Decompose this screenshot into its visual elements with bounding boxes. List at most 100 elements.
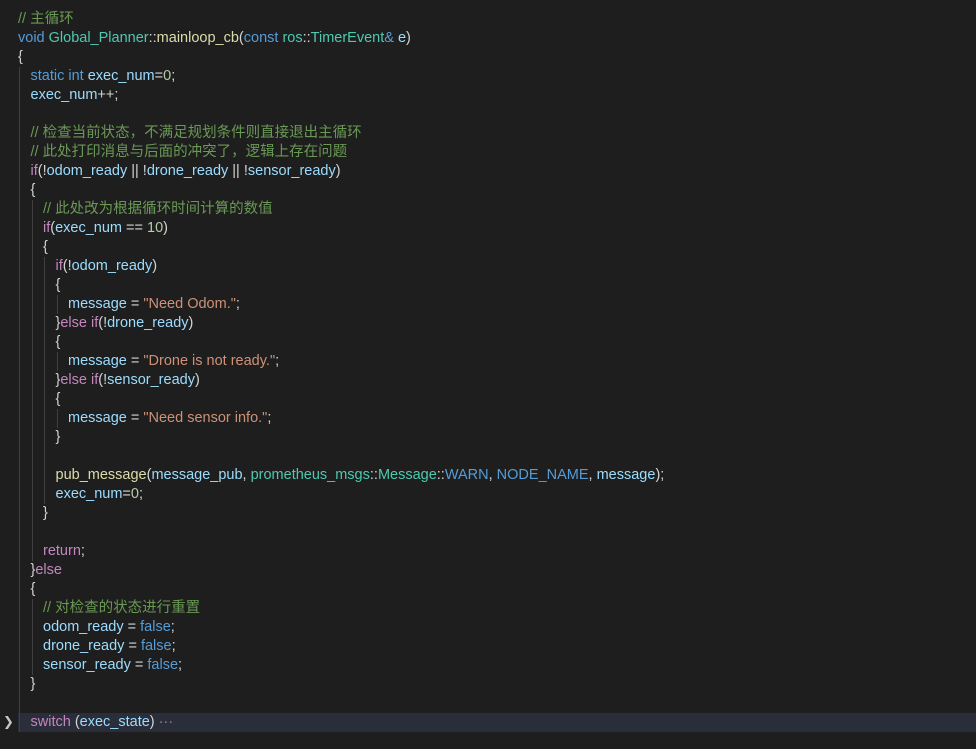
code-token: ) — [335, 163, 341, 179]
code-line[interactable]: { — [18, 333, 976, 352]
code-editor[interactable]: ❯ // 主循环void Global_Planner::mainloop_cb… — [0, 0, 976, 749]
code-token: } — [43, 505, 48, 521]
indent-guide — [19, 276, 20, 295]
code-token: // 此处打印消息与后面的冲突了，逻辑上存在问题 — [30, 144, 348, 160]
indent-guide — [19, 523, 20, 542]
code-line[interactable]: sensor_ready = false; — [18, 656, 976, 675]
code-token: 0 — [163, 68, 172, 84]
code-line[interactable]: static int exec_num=0; — [18, 67, 976, 86]
indent-guide — [44, 466, 45, 485]
code-token: if — [30, 163, 38, 179]
code-line[interactable]: message = "Need sensor info."; — [18, 409, 976, 428]
indent-guide — [19, 295, 20, 314]
code-token: int — [68, 68, 84, 84]
indent-guide — [56, 409, 58, 428]
code-line[interactable]: } — [18, 675, 976, 694]
code-token: exec_num — [55, 486, 123, 502]
code-line-content: { — [18, 391, 61, 407]
code-token: 10 — [147, 220, 164, 236]
code-token: sensor_ready — [107, 372, 195, 388]
code-token: & — [384, 30, 394, 46]
code-token: sensor_ready — [247, 163, 336, 179]
code-line[interactable]: exec_num++; — [18, 86, 976, 105]
code-line-content: void Global_Planner::mainloop_cb(const r… — [18, 30, 411, 46]
indent-guide — [19, 162, 20, 181]
code-line[interactable]: // 此处打印消息与后面的冲突了，逻辑上存在问题 — [18, 143, 976, 162]
code-token: switch — [30, 714, 71, 730]
indent-guide — [19, 466, 20, 485]
code-line[interactable]: { — [18, 390, 976, 409]
code-token: odom_ready — [46, 163, 128, 179]
code-token: drone_ready — [107, 315, 189, 331]
fold-chevron-right-icon[interactable]: ❯ — [3, 713, 15, 732]
code-line[interactable] — [18, 694, 976, 713]
indent-guide — [19, 86, 20, 105]
code-line[interactable]: // 检查当前状态，不满足规划条件则直接退出主循环 — [18, 124, 976, 143]
code-line[interactable]: if(exec_num == 10) — [18, 219, 976, 238]
indent-guide — [31, 295, 33, 314]
code-line[interactable] — [18, 523, 976, 542]
code-line[interactable]: drone_ready = false; — [18, 637, 976, 656]
code-line[interactable]: void Global_Planner::mainloop_cb(const r… — [18, 29, 976, 48]
code-line[interactable]: { — [18, 276, 976, 295]
code-token: exec_state — [79, 714, 150, 730]
code-line[interactable]: // 此处改为根据循环时间计算的数值 — [18, 200, 976, 219]
indent-guide — [19, 485, 20, 504]
code-token: ( — [70, 714, 80, 730]
code-line-content: { — [18, 49, 23, 65]
code-token: message — [68, 353, 127, 369]
code-line[interactable]: // 主循环 — [18, 10, 976, 29]
code-token: = — [123, 619, 141, 635]
code-token: drone_ready — [146, 163, 229, 179]
code-token: ; — [171, 638, 176, 654]
code-line[interactable]: // 对检查的状态进行重置 — [18, 599, 976, 618]
code-line[interactable]: }else if(!drone_ready) — [18, 314, 976, 333]
code-line[interactable]: { — [18, 181, 976, 200]
code-line[interactable]: { — [18, 238, 976, 257]
code-token: exec_num — [87, 68, 155, 84]
code-token: = — [154, 68, 164, 84]
code-line[interactable]: { — [18, 580, 976, 599]
code-token: // 主循环 — [18, 11, 74, 27]
code-line-content: if(!odom_ready || !drone_ready || !senso… — [18, 163, 341, 179]
code-token: = — [126, 296, 144, 312]
code-line[interactable]: if(!odom_ready) — [18, 257, 976, 276]
code-token: mainloop_cb — [156, 30, 239, 46]
code-line[interactable]: { — [18, 48, 976, 67]
code-line[interactable]: odom_ready = false; — [18, 618, 976, 637]
code-line[interactable]: if(!odom_ready || !drone_ready || !senso… — [18, 162, 976, 181]
code-line[interactable]: message = "Drone is not ready."; — [18, 352, 976, 371]
code-line[interactable]: } — [18, 428, 976, 447]
code-token: ; — [275, 353, 280, 369]
code-line[interactable] — [18, 105, 976, 124]
code-line[interactable]: return; — [18, 542, 976, 561]
code-token: ++; — [97, 87, 119, 103]
code-token: NODE_NAME — [496, 467, 589, 483]
code-line[interactable]: } — [18, 504, 976, 523]
indent-guide — [44, 428, 45, 447]
indent-guide — [19, 561, 20, 580]
code-line[interactable] — [18, 447, 976, 466]
code-line-content: }else if(!sensor_ready) — [18, 372, 200, 388]
code-line[interactable]: pub_message(message_pub, prometheus_msgs… — [18, 466, 976, 485]
code-line[interactable]: }else — [18, 561, 976, 580]
code-token: ··· — [154, 714, 174, 730]
code-token: return — [43, 543, 81, 559]
indent-guide — [19, 105, 20, 124]
code-line[interactable]: switch (exec_state) ··· — [18, 713, 976, 732]
code-token: "Drone is not ready." — [143, 353, 276, 369]
code-line[interactable]: message = "Need Odom."; — [18, 295, 976, 314]
code-token: sensor_ready — [43, 657, 131, 673]
code-token: { — [30, 182, 36, 198]
code-line-content: // 此处打印消息与后面的冲突了，逻辑上存在问题 — [18, 144, 348, 160]
code-token: e — [397, 30, 407, 46]
code-line[interactable]: }else if(!sensor_ready) — [18, 371, 976, 390]
code-token: } — [55, 429, 61, 445]
code-token: || ! — [228, 163, 248, 179]
code-line-content: if(exec_num == 10) — [18, 220, 168, 236]
code-token: message — [596, 467, 656, 483]
code-area[interactable]: // 主循环void Global_Planner::mainloop_cb(c… — [18, 0, 976, 732]
code-line[interactable]: exec_num=0; — [18, 485, 976, 504]
code-token: ; — [267, 410, 272, 426]
code-token: ); — [655, 467, 665, 483]
